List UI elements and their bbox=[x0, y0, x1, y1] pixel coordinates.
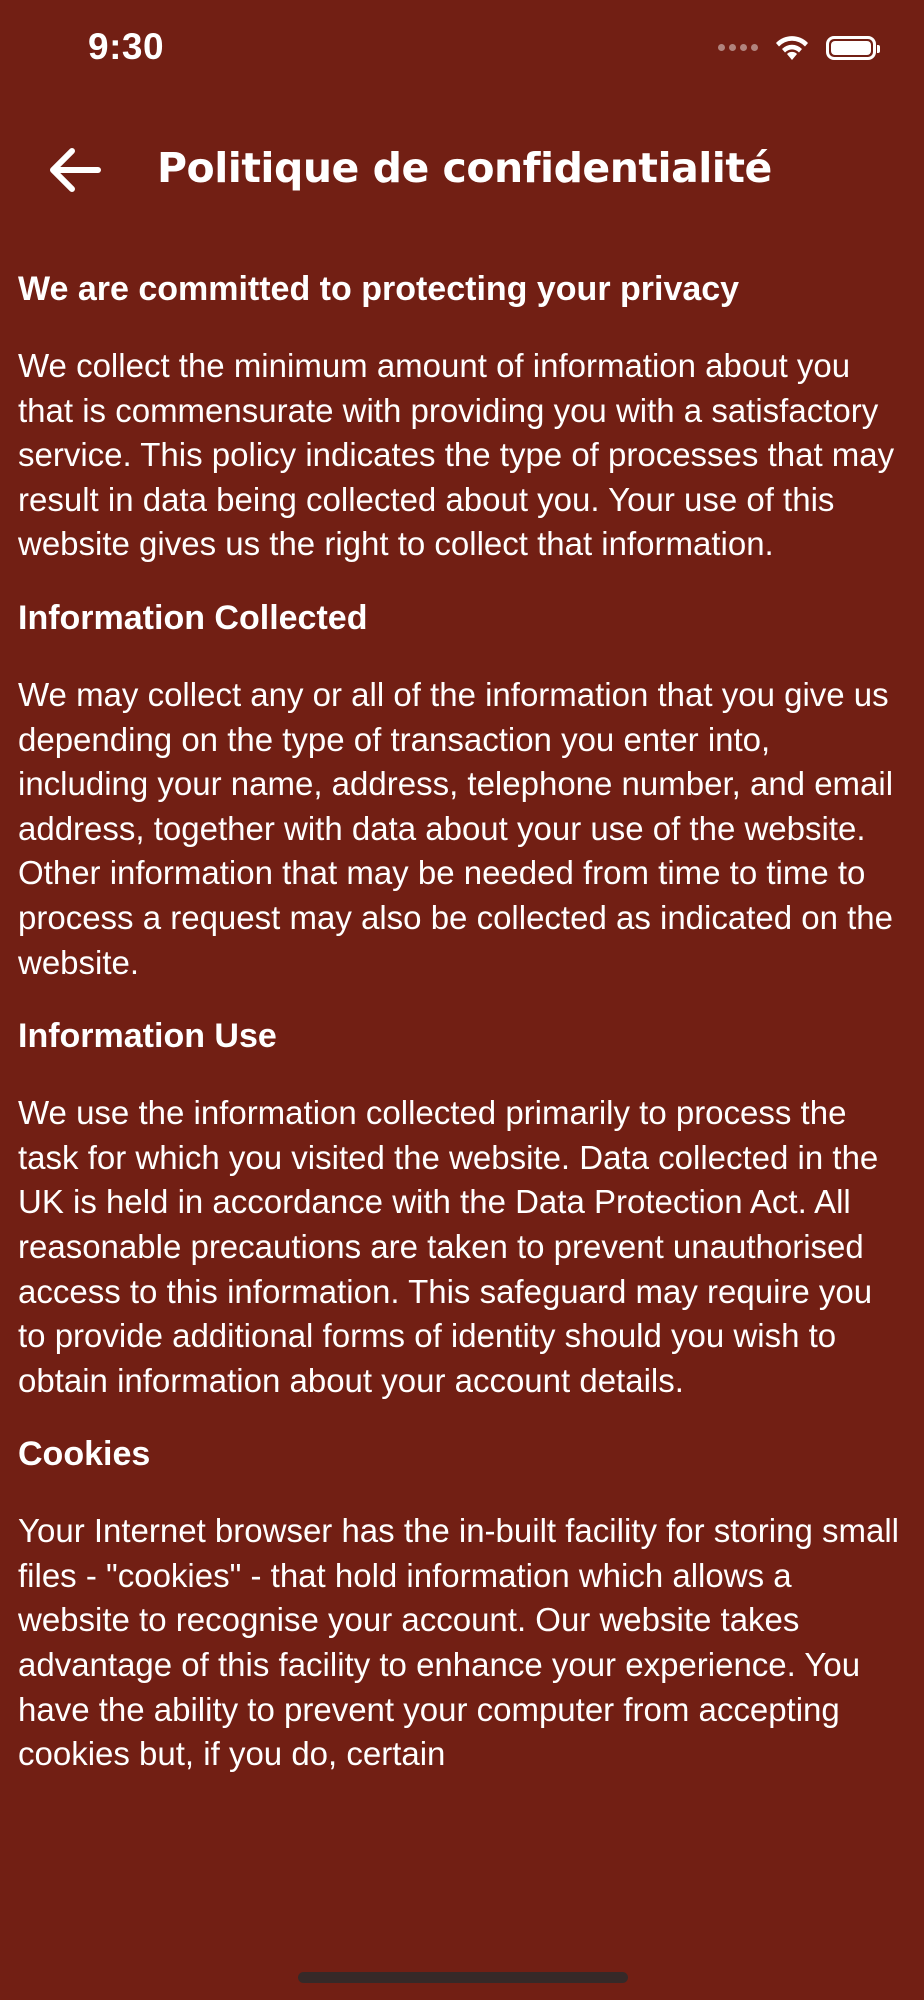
privacy-policy-content[interactable]: We are committed to protecting your priv… bbox=[18, 258, 906, 1888]
cellular-signal-icon bbox=[718, 44, 758, 51]
arrow-left-icon bbox=[50, 148, 101, 192]
status-icons bbox=[718, 34, 880, 61]
section-heading: Information Use bbox=[18, 1017, 277, 1056]
section-paragraph: We may collect any or all of the informa… bbox=[18, 675, 894, 981]
section-heading: Cookies bbox=[18, 1435, 151, 1474]
home-indicator[interactable] bbox=[298, 1972, 628, 1983]
wifi-icon bbox=[776, 36, 808, 60]
section-heading: We are committed to protecting your priv… bbox=[18, 270, 740, 308]
status-time: 9:30 bbox=[88, 26, 165, 67]
navigation-bar: Politique de confidentialité bbox=[0, 120, 924, 220]
section-paragraph: We use the information collected primari… bbox=[18, 1094, 879, 1399]
status-bar: 9:30 bbox=[0, 0, 924, 110]
section-paragraph: We collect the minimum amount of informa… bbox=[18, 347, 895, 563]
page-title: Politique de confidentialité bbox=[157, 144, 772, 192]
section-paragraph: Your Internet browser has the in-built f… bbox=[18, 1512, 900, 1773]
battery-icon bbox=[826, 35, 880, 60]
section-heading: Information Collected bbox=[18, 598, 368, 637]
back-button[interactable] bbox=[38, 140, 110, 200]
